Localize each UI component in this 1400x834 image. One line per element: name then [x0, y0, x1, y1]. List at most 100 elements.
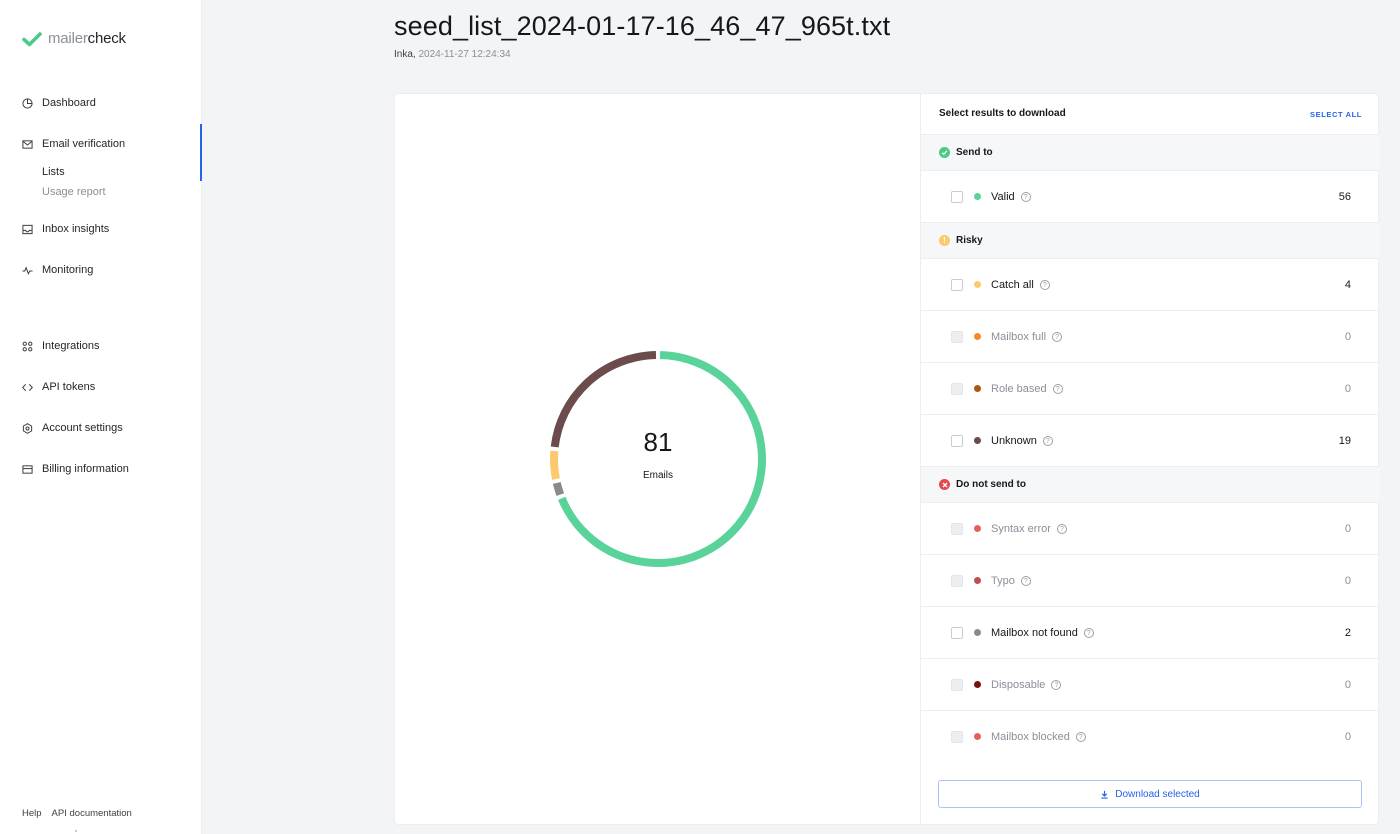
status-dot [974, 629, 981, 636]
total-emails-label: Emails [642, 470, 673, 481]
row-label: Unknown? [991, 435, 1053, 447]
checkbox-valid[interactable] [951, 191, 963, 203]
group-do-not-send-to: Do not send to [921, 467, 1380, 503]
checkbox-mailbox-not-found[interactable] [951, 627, 963, 639]
status-dot [974, 281, 981, 288]
help-icon[interactable]: ? [1056, 524, 1067, 534]
row-label: Mailbox not found? [991, 627, 1094, 639]
active-nav-indicator [200, 124, 202, 181]
results-card: 81 Emails Select results to download SEL… [394, 93, 1380, 825]
sidebar: mailercheck Dashboard Email verification… [0, 0, 202, 834]
row-count: 0 [1344, 523, 1351, 535]
row-count: 4 [1344, 279, 1351, 291]
result-row-valid: Valid? 56 [921, 171, 1380, 223]
row-count: 0 [1344, 679, 1351, 691]
row-label: Catch all? [991, 279, 1050, 291]
result-row-catch-all: Catch all? 4 [921, 259, 1380, 311]
sidebar-item-monitoring[interactable]: Monitoring [22, 264, 93, 276]
sidebar-item-dashboard[interactable]: Dashboard [22, 97, 96, 109]
download-panel: Select results to download SELECT ALL Se… [920, 94, 1380, 824]
inbox-icon [22, 224, 33, 234]
checkbox-unknown[interactable] [951, 435, 963, 447]
sidebar-item-inbox-insights[interactable]: Inbox insights [22, 223, 109, 235]
help-icon[interactable]: ? [1051, 680, 1062, 690]
row-count: 2 [1344, 627, 1351, 639]
result-row-mailbox-full: Mailbox full? 0 [921, 311, 1380, 363]
checkbox-disposable [951, 679, 963, 691]
group-label: Do not send to [956, 479, 1026, 490]
help-icon[interactable]: ? [1075, 732, 1086, 742]
sidebar-item-label: Email verification [42, 138, 126, 150]
sidebar-item-label: Billing information [42, 463, 129, 475]
x-circle-icon [939, 479, 950, 490]
gear-icon [22, 422, 33, 434]
row-label: Role based? [991, 383, 1063, 395]
checkbox-mailbox-full [951, 331, 963, 343]
download-icon [1101, 790, 1108, 799]
help-icon[interactable]: ? [1042, 436, 1053, 446]
row-count: 0 [1344, 383, 1351, 395]
help-icon[interactable]: ? [1052, 384, 1063, 394]
sidebar-item-label: Inbox insights [42, 223, 110, 235]
result-row-mailbox-not-found: Mailbox not found? 2 [921, 607, 1380, 659]
separator-dot [75, 830, 77, 832]
code-icon [22, 383, 33, 391]
row-count: 19 [1338, 435, 1351, 447]
row-count: 56 [1338, 191, 1351, 203]
chart-area: 81 Emails [395, 94, 920, 824]
row-label: Typo? [991, 575, 1031, 587]
command-icon [22, 341, 33, 351]
card-icon [22, 464, 33, 474]
sidebar-item-label: Dashboard [42, 97, 96, 109]
download-label: Download selected [1115, 788, 1200, 800]
checkbox-catch-all[interactable] [951, 279, 963, 291]
sidebar-item-label: Integrations [42, 340, 100, 352]
sidebar-item-api-tokens[interactable]: API tokens [22, 381, 95, 393]
row-label: Valid? [991, 191, 1031, 203]
sidebar-item-billing-information[interactable]: Billing information [22, 463, 129, 475]
row-label: Syntax error? [991, 523, 1067, 535]
checkbox-mailbox-blocked [951, 731, 963, 743]
group-label: Send to [956, 147, 993, 158]
sidebar-item-email-verification[interactable]: Email verification [22, 138, 125, 150]
activity-icon [22, 265, 33, 275]
select-all-button[interactable]: SELECT ALL [1310, 110, 1362, 119]
api-documentation-link[interactable]: API documentation [52, 808, 132, 819]
row-label: Mailbox full? [991, 331, 1063, 343]
total-emails-count: 81 [643, 427, 673, 457]
sidebar-item-label: Account settings [42, 422, 123, 434]
help-icon[interactable]: ? [1052, 332, 1063, 342]
result-row-role-based: Role based? 0 [921, 363, 1380, 415]
result-row-syntax-error: Syntax error? 0 [921, 503, 1380, 555]
timestamp: 2024-11-27 12:24:34 [418, 49, 511, 60]
logo[interactable]: mailercheck [22, 30, 126, 47]
author-name: Inka, [394, 49, 416, 60]
help-link[interactable]: Help [22, 808, 42, 819]
checkbox-role-based [951, 383, 963, 395]
sidebar-subitem-lists[interactable]: Lists [42, 166, 65, 178]
group-risky: ! Risky [921, 223, 1380, 259]
sidebar-item-label: Monitoring [42, 264, 94, 276]
row-label: Mailbox blocked? [991, 731, 1086, 743]
pie-chart-icon [22, 97, 33, 109]
sidebar-item-integrations[interactable]: Integrations [22, 340, 99, 352]
checkbox-typo [951, 575, 963, 587]
help-icon[interactable]: ? [1020, 192, 1031, 202]
help-icon[interactable]: ? [1083, 628, 1094, 638]
download-selected-button[interactable]: Download selected [938, 780, 1362, 808]
sidebar-subitem-usage-report[interactable]: Usage report [42, 186, 106, 198]
status-dot [974, 733, 981, 740]
help-icon[interactable]: ? [1020, 576, 1031, 586]
group-label: Risky [956, 235, 983, 246]
row-count: 0 [1344, 575, 1351, 587]
page-meta: Inka, 2024-11-27 12:24:34 [394, 49, 511, 60]
checkbox-syntax-error [951, 523, 963, 535]
help-icon[interactable]: ? [1039, 280, 1050, 290]
status-dot [974, 577, 981, 584]
check-logo-icon [22, 31, 42, 46]
status-dot [974, 333, 981, 340]
row-count: 0 [1344, 331, 1351, 343]
sidebar-item-account-settings[interactable]: Account settings [22, 422, 123, 434]
row-count: 0 [1344, 731, 1351, 743]
status-dot [974, 681, 981, 688]
